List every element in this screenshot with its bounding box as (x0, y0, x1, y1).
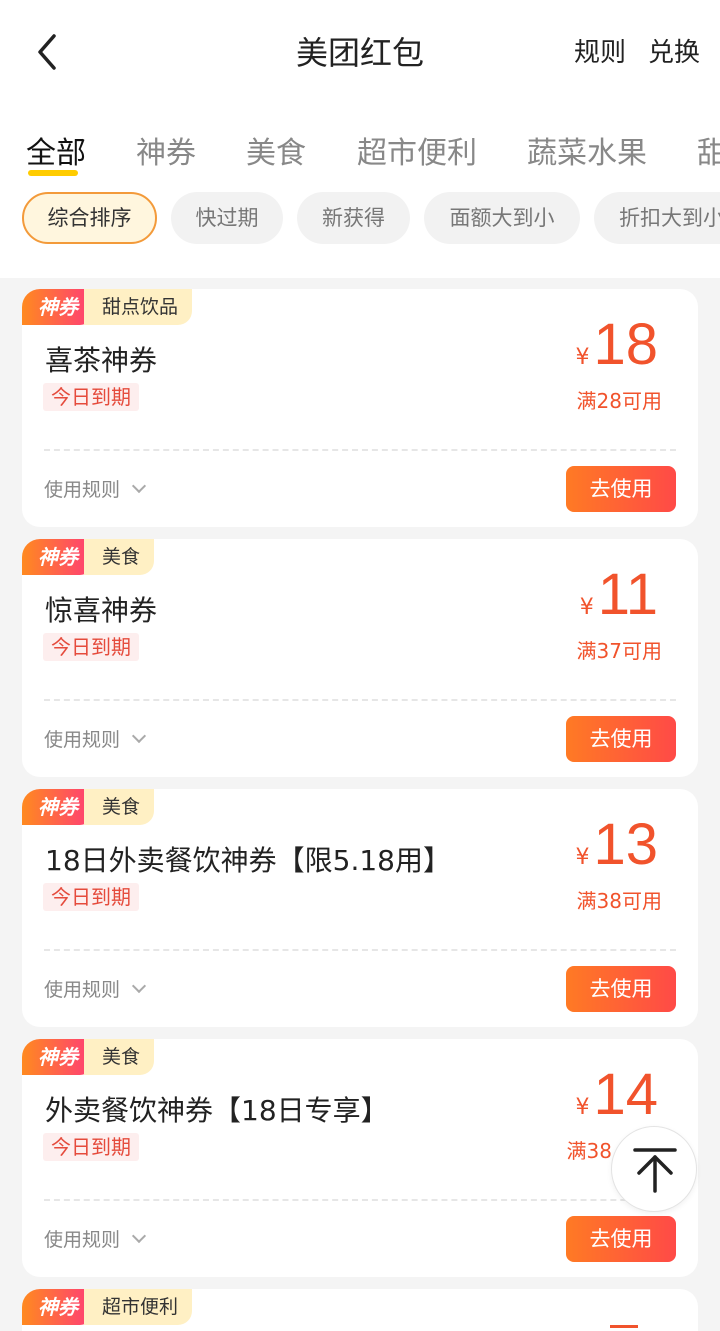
use-coupon-button[interactable]: 去使用 (566, 966, 676, 1012)
tab-dessert[interactable]: 甜 (697, 128, 720, 172)
redeem-link[interactable]: 兑换 (648, 32, 700, 69)
filter-comprehensive[interactable]: 综合排序 (22, 192, 157, 244)
coupon-condition: 满38可用 (576, 889, 662, 913)
active-tab-indicator (28, 170, 78, 176)
coupon-title: 18日外卖餐饮神券【限5.18用】 (45, 844, 451, 877)
scroll-to-top-button[interactable] (611, 1126, 697, 1212)
dashed-divider (44, 1199, 676, 1201)
use-coupon-button[interactable]: 去使用 (566, 466, 676, 512)
usage-rules-label: 使用规则 (44, 979, 121, 1001)
chevron-down-icon (131, 478, 147, 493)
coupon-badge: 神券 美食 (22, 1039, 155, 1075)
coupon-title: 外卖餐饮神券【18日专享】 (45, 1094, 389, 1127)
price-fragment (610, 1325, 638, 1328)
coupon-amount: 14 (593, 1062, 658, 1127)
category-tabs: 全部 神券 美食 超市便利 蔬菜水果 甜 (0, 118, 720, 182)
coupon-card: 神券 美食 18日外卖餐饮神券【限5.18用】 今日到期 ¥13 满38可用 使… (22, 789, 698, 1027)
coupon-price: ¥11 (580, 561, 658, 628)
chevron-down-icon (131, 1228, 147, 1243)
dashed-divider (44, 949, 676, 951)
coupon-condition: 满28可用 (576, 389, 662, 413)
expire-tag: 今日到期 (43, 383, 139, 411)
coupon-badge: 神券 甜点饮品 (22, 289, 193, 325)
usage-rules-label: 使用规则 (44, 479, 121, 501)
tab-food[interactable]: 美食 (246, 128, 306, 172)
coupon-category: 美食 (84, 789, 155, 825)
coupon-amount: 18 (593, 312, 658, 377)
coupon-amount: 13 (593, 812, 658, 877)
tab-vegetables-fruit[interactable]: 蔬菜水果 (527, 128, 647, 172)
usage-rules-label: 使用规则 (44, 729, 121, 751)
expire-tag: 今日到期 (43, 883, 139, 911)
coupon-category: 美食 (84, 539, 155, 575)
top-bar: 美团红包 规则 兑换 全部 神券 美食 超市便利 蔬菜水果 甜 综合排序 快过期… (0, 0, 720, 278)
usage-rules-toggle[interactable]: 使用规则 (44, 1225, 147, 1252)
coupon-category: 超市便利 (84, 1289, 193, 1325)
currency-symbol: ¥ (575, 345, 590, 370)
coupon-badge: 神券 美食 (22, 539, 155, 575)
tab-shen-coupon[interactable]: 神券 (136, 128, 196, 172)
filter-new[interactable]: 新获得 (297, 192, 410, 244)
coupon-title: 喜茶神券 (45, 344, 158, 377)
filter-expiring[interactable]: 快过期 (171, 192, 283, 244)
coupon-card: 神券 超市便利 (22, 1289, 698, 1331)
currency-symbol: ¥ (579, 595, 594, 620)
sort-filters: 综合排序 快过期 新获得 面额大到小 折扣大到小 (0, 190, 720, 246)
coupon-condition: 满38 (566, 1139, 612, 1163)
coupon-price: ¥18 (575, 311, 658, 378)
use-coupon-button[interactable]: 去使用 (566, 716, 676, 762)
coupon-title: 惊喜神券 (45, 594, 158, 627)
dashed-divider (44, 699, 676, 701)
rules-link[interactable]: 规则 (574, 32, 626, 69)
currency-symbol: ¥ (575, 1095, 590, 1120)
usage-rules-toggle[interactable]: 使用规则 (44, 475, 147, 502)
currency-symbol: ¥ (575, 845, 590, 870)
tab-all[interactable]: 全部 (26, 128, 86, 172)
filter-discount-desc[interactable]: 折扣大到小 (594, 192, 720, 244)
usage-rules-label: 使用规则 (44, 1229, 121, 1251)
tab-supermarket[interactable]: 超市便利 (357, 128, 477, 172)
coupon-card: 神券 甜点饮品 喜茶神券 今日到期 ¥18 满28可用 使用规则 去使用 (22, 289, 698, 527)
coupon-category: 甜点饮品 (84, 289, 193, 325)
use-coupon-button[interactable]: 去使用 (566, 1216, 676, 1262)
filter-amount-desc[interactable]: 面额大到小 (424, 192, 580, 244)
navigation-bar: 美团红包 规则 兑换 (0, 0, 720, 104)
coupon-amount: 11 (597, 562, 658, 627)
coupon-price: ¥14 (575, 1061, 658, 1128)
coupon-badge: 神券 超市便利 (22, 1289, 193, 1325)
arrow-up-to-top-icon (633, 1148, 677, 1193)
coupon-category: 美食 (84, 1039, 155, 1075)
expire-tag: 今日到期 (43, 1133, 139, 1161)
coupon-condition: 满37可用 (576, 639, 662, 663)
usage-rules-toggle[interactable]: 使用规则 (44, 725, 147, 752)
chevron-down-icon (131, 728, 147, 743)
coupon-price: ¥13 (575, 811, 658, 878)
expire-tag: 今日到期 (43, 633, 139, 661)
coupon-badge: 神券 美食 (22, 789, 155, 825)
usage-rules-toggle[interactable]: 使用规则 (44, 975, 147, 1002)
dashed-divider (44, 449, 676, 451)
coupon-card: 神券 美食 外卖餐饮神券【18日专享】 今日到期 ¥14 满38 使用规则 去使… (22, 1039, 698, 1277)
coupon-card: 神券 美食 惊喜神券 今日到期 ¥11 满37可用 使用规则 去使用 (22, 539, 698, 777)
chevron-down-icon (131, 978, 147, 993)
